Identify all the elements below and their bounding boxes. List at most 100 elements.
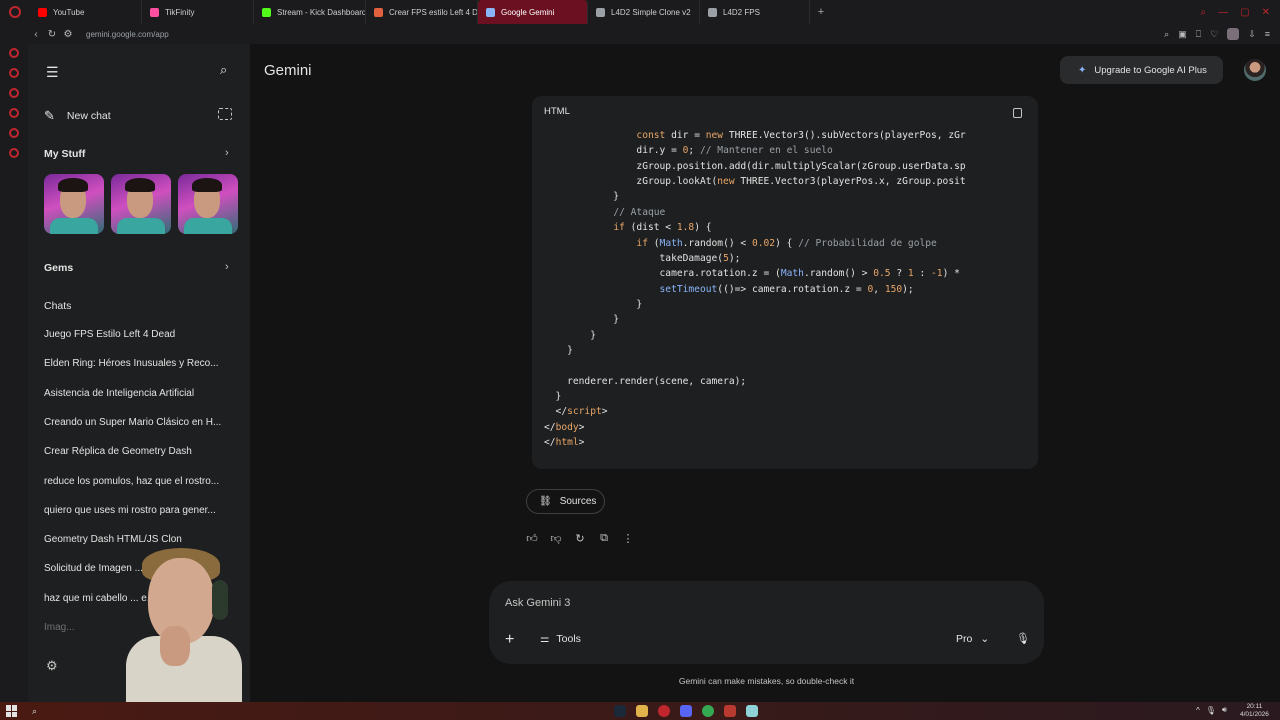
chrome-app-icon[interactable] [702, 705, 714, 717]
chat-list-item[interactable]: Creando un Super Mario Clásico en H... [44, 417, 234, 428]
code-token: THREE.Vector3().subVectors(playerPos, zG… [723, 130, 966, 141]
browser-tab[interactable]: TikFinity [142, 0, 254, 24]
chevron-right-icon[interactable]: › [225, 261, 229, 273]
copy-icon[interactable]: ⧉ [598, 532, 610, 545]
microphone-icon[interactable]: 🎙︎ [1016, 632, 1030, 645]
code-token: .random() < [682, 237, 752, 249]
browser-menu-icon[interactable]: ≡ [1265, 29, 1270, 39]
opera-app-icon[interactable] [658, 705, 670, 717]
code-line: zGroup.position.add(dir.multiplyScalar(z… [544, 159, 966, 174]
main-menu-icon[interactable]: ☰ [46, 64, 59, 81]
snapshot-icon[interactable]: ▣ [1178, 29, 1187, 40]
my-stuff-title[interactable]: My Stuff [44, 148, 85, 160]
user-avatar[interactable] [1244, 59, 1266, 81]
tab-label: Crear FPS estilo Left 4 De [389, 7, 478, 17]
browser-tab[interactable]: L4D2 Simple Clone v2 [588, 0, 700, 24]
minimize-icon[interactable]: — [1218, 7, 1228, 18]
browser-tab[interactable]: L4D2 FPS [700, 0, 810, 24]
browser-tab[interactable]: Google Gemini [478, 0, 588, 24]
chat-list-item[interactable]: reduce los pomulos, haz que el rostro... [44, 476, 234, 487]
search-tabs-icon[interactable]: ⌕ [1201, 7, 1207, 18]
my-stuff-image[interactable] [111, 174, 171, 234]
thumbs-up-icon[interactable]: 👍︎ [526, 532, 538, 545]
code-token: ); [902, 283, 914, 295]
reload-icon[interactable]: ↻ [44, 29, 60, 40]
rail-messenger-icon[interactable] [9, 88, 19, 98]
code-token: } [544, 391, 562, 403]
model-selector[interactable]: Pro ⌄ [956, 633, 989, 645]
browser-tab[interactable]: Crear FPS estilo Left 4 De [366, 0, 478, 24]
my-stuff-image[interactable] [178, 174, 238, 234]
thumbs-down-icon[interactable]: 👎︎ [550, 532, 562, 545]
start-menu-icon[interactable] [6, 705, 18, 717]
code-token: setTimeout [659, 283, 718, 295]
code-token: camera.rotation.z = ( [544, 268, 781, 280]
upgrade-button[interactable]: ✦ Upgrade to Google AI Plus [1060, 56, 1223, 84]
code-token: ? [890, 268, 908, 280]
taskbar-clock[interactable]: 20:11 4/01/2026 [1240, 703, 1269, 719]
chat-list-item[interactable]: Asistencia de Inteligencia Artificial [44, 388, 234, 399]
back-icon[interactable]: ‹ [28, 29, 44, 40]
secure-icon[interactable]: ⚙ [60, 29, 76, 40]
new-tab-icon[interactable]: + [810, 0, 832, 24]
code-line: } [544, 297, 966, 312]
code-line: if (dist < 1.8) { [544, 220, 966, 235]
copy-code-icon[interactable] [1013, 108, 1022, 118]
chat-list-item[interactable]: quiero que uses mi rostro para gener... [44, 505, 234, 516]
new-chat-button[interactable]: ✎ New chat [44, 108, 111, 124]
sparkle-icon: ✦ [1078, 64, 1087, 76]
chat-list-item[interactable]: Elden Ring: Héroes Inusuales y Reco... [44, 358, 234, 369]
rail-instagram-icon[interactable] [9, 68, 19, 78]
code-line: } [544, 189, 966, 204]
file-explorer-icon[interactable] [636, 705, 648, 717]
bookmark-icon[interactable]: ⎕ [1196, 29, 1201, 40]
url-field[interactable]: gemini.google.com/app [86, 30, 169, 39]
steam-app-icon[interactable] [614, 705, 626, 717]
discord-app-icon[interactable] [680, 705, 692, 717]
heart-icon[interactable]: ♡ [1210, 29, 1218, 40]
chat-list-item[interactable]: Crear Réplica de Geometry Dash [44, 446, 234, 457]
code-line: } [544, 343, 966, 358]
tab-favicon-icon [596, 7, 605, 17]
regenerate-icon[interactable]: ↻ [574, 532, 586, 545]
zoom-icon[interactable]: ⌕ [1164, 29, 1169, 40]
more-options-icon[interactable]: ⋮ [622, 532, 634, 545]
sources-label: Sources [559, 496, 597, 507]
sources-button[interactable]: ⛓ Sources [526, 489, 605, 514]
my-stuff-image[interactable] [44, 174, 104, 234]
rail-whatsapp-icon[interactable] [9, 108, 19, 118]
opera-logo-icon[interactable] [0, 0, 30, 24]
close-window-icon[interactable]: ✕ [1262, 7, 1270, 18]
code-line: </body> [544, 420, 966, 435]
settings-gear-icon[interactable]: ⚙ [46, 658, 58, 674]
prompt-input[interactable] [505, 597, 925, 609]
tab-label: TikFinity [165, 7, 195, 17]
gems-title[interactable]: Gems [44, 262, 73, 274]
download-icon[interactable]: ⇩ [1248, 29, 1256, 40]
tab-favicon-icon [38, 7, 47, 17]
chat-list-item[interactable]: Juego FPS Estilo Left 4 Dead [44, 329, 234, 340]
chevron-up-icon[interactable]: ^ [1196, 706, 1200, 715]
mic-tray-icon[interactable]: 🎙︎ [1206, 706, 1216, 715]
rail-aria-icon[interactable] [9, 48, 19, 58]
browser-tab-bar: YouTube TikFinity Stream - Kick Dashboard C… [0, 0, 1280, 24]
chevron-right-icon[interactable]: › [225, 147, 229, 159]
code-token: // Probabilidad de golpe [798, 237, 937, 249]
browser-tab[interactable]: YouTube [30, 0, 142, 24]
temporary-chat-icon[interactable] [218, 108, 232, 120]
search-icon[interactable]: ⌕ [220, 62, 227, 78]
code-line: } [544, 389, 966, 404]
maximize-icon[interactable]: ▢ [1240, 7, 1249, 18]
taskbar-search-icon[interactable]: ⌕ [32, 706, 37, 717]
tools-button[interactable]: ⚌ Tools [540, 633, 581, 645]
browser-profile-avatar[interactable] [1227, 28, 1240, 40]
code-token: ) * [942, 268, 960, 280]
app-icon[interactable] [746, 705, 758, 717]
rail-settings-icon[interactable] [9, 148, 19, 158]
volume-icon[interactable]: 🔊︎ [1222, 705, 1227, 715]
app-icon[interactable] [724, 705, 736, 717]
rail-history-icon[interactable] [9, 128, 19, 138]
browser-tab[interactable]: Stream - Kick Dashboard [254, 0, 366, 24]
add-files-icon[interactable]: + [505, 631, 514, 649]
